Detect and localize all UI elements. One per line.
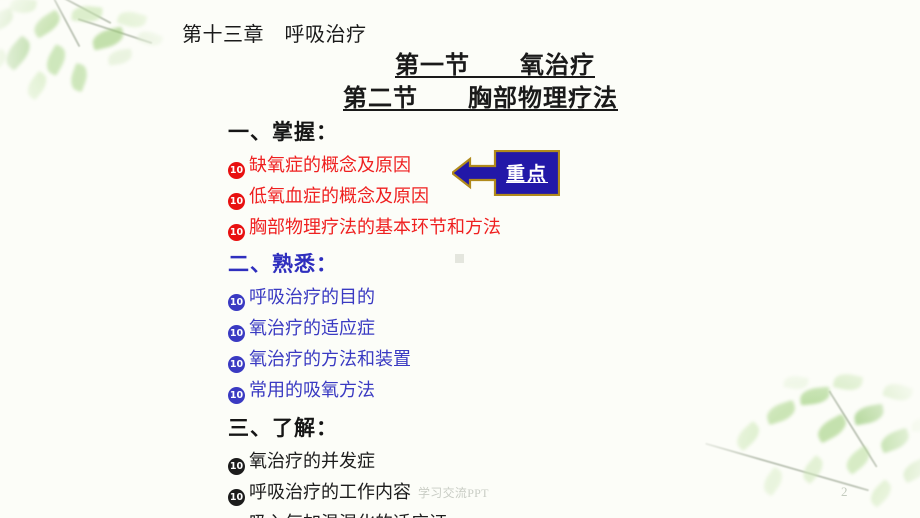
list-item: 10 氧治疗的方法和装置 — [228, 344, 411, 375]
circled-ten-bullet-icon: 10 — [228, 162, 245, 179]
objective-group-title: 二、熟悉： — [228, 252, 338, 276]
leaf-decoration-bottom-right — [688, 370, 920, 518]
circled-ten-bullet-icon: 10 — [228, 294, 245, 311]
circled-ten-bullet-icon: 10 — [228, 386, 245, 404]
circled-ten-bullet-icon: 10 — [228, 458, 245, 475]
list-item: 10 氧治疗的并发症 — [228, 446, 447, 477]
chapter-title: 第十三章 呼吸治疗 — [182, 24, 367, 46]
list-item: 10 吸入气加温湿化的适应证 — [228, 508, 447, 518]
circled-ten-bullet-icon: 10 — [228, 324, 245, 342]
list-item-label: 呼吸治疗的目的 — [249, 287, 375, 307]
section-heading-2: 第二节 胸部物理疗法 — [343, 86, 618, 112]
circled-ten-bullet-icon: 10 — [228, 488, 245, 506]
list-item-label: 缺氧症的概念及原因 — [249, 155, 411, 175]
gray-square-artifact — [455, 254, 464, 263]
presentation-slide: 第十三章 呼吸治疗 第一节 氧治疗 第二节 胸部物理疗法 一、掌握： 10 缺氧… — [0, 0, 920, 518]
list-item-label: 氧治疗的并发症 — [249, 451, 375, 471]
list-item: 10 胸部物理疗法的基本环节和方法 — [228, 212, 501, 243]
list-item-label: 氧治疗的适应症 — [249, 317, 375, 338]
callout-label: 重点 — [505, 164, 548, 185]
watermark: 学习交流PPT — [418, 486, 489, 500]
objective-group-title: 一、掌握： — [228, 120, 338, 144]
objective-group-title: 三、了解： — [228, 416, 338, 440]
list-item: 10 呼吸治疗的目的 — [228, 282, 411, 313]
list-item: 10 氧治疗的适应症 — [228, 313, 411, 344]
objective-group-familiar: 二、熟悉： 10 呼吸治疗的目的 10 氧治疗的适应症 10 氧治疗的方法和装置… — [228, 248, 411, 406]
section-heading-1: 第一节 氧治疗 — [395, 53, 595, 79]
list-item-label: 吸入气加温湿化的适应证 — [249, 508, 447, 518]
objective-group-know: 三、了解： 10 氧治疗的并发症 10 呼吸治疗的工作内容 10 吸入气加温湿化… — [228, 412, 447, 518]
leaf-decoration-top-left — [0, 0, 210, 126]
list-item-label: 低氧血症的概念及原因 — [249, 185, 429, 206]
circled-ten-bullet-icon: 10 — [228, 355, 245, 373]
list-item-label: 氧治疗的方法和装置 — [249, 348, 411, 369]
list-item-label: 呼吸治疗的工作内容 — [249, 481, 411, 502]
emphasis-callout: 重点 — [452, 150, 560, 196]
circled-ten-bullet-icon: 10 — [228, 192, 245, 210]
page-number: 2 — [841, 484, 848, 499]
list-item-label: 常用的吸氧方法 — [249, 379, 375, 400]
list-item-label: 胸部物理疗法的基本环节和方法 — [249, 216, 501, 237]
list-item: 10 呼吸治疗的工作内容 — [228, 477, 447, 508]
circled-ten-bullet-icon: 10 — [228, 223, 245, 241]
list-item: 10 常用的吸氧方法 — [228, 375, 411, 406]
